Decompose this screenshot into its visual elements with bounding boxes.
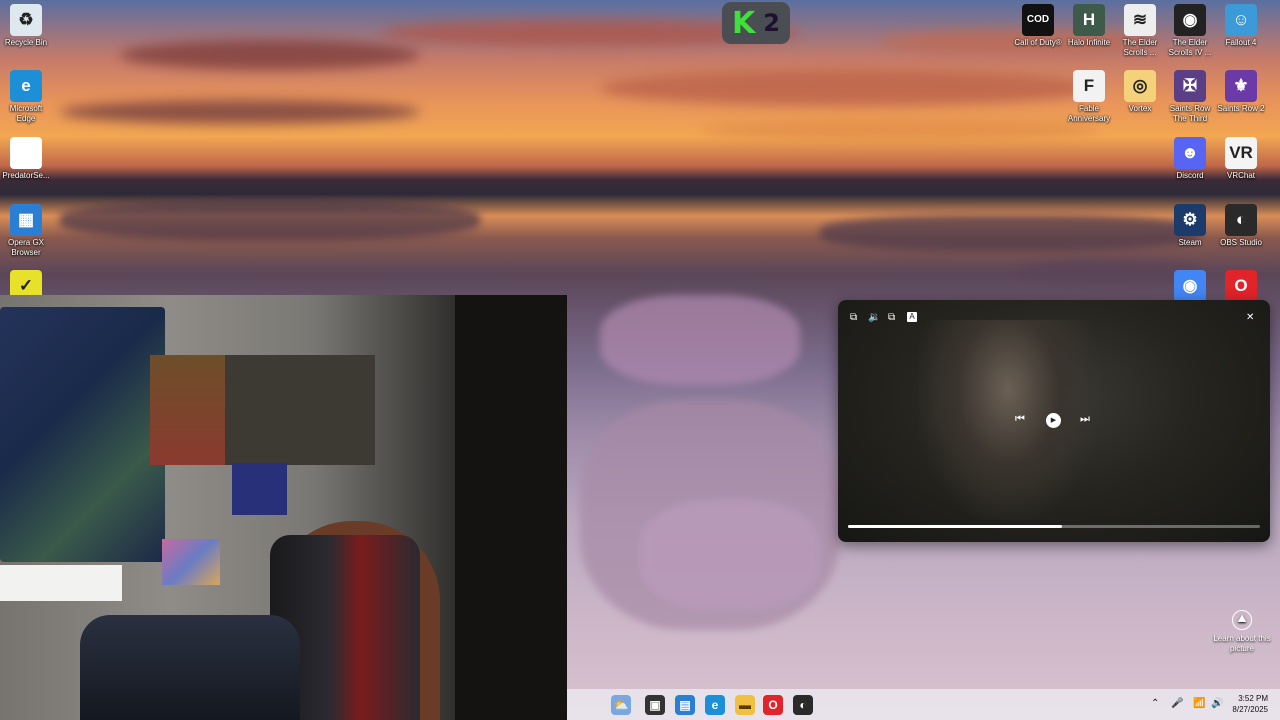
desktop-shortcut[interactable]: ◐ OBS Studio bbox=[1215, 204, 1267, 248]
desktop-shortcut-label: The Elder Scrolls ... bbox=[1122, 38, 1158, 57]
clock-date: 8/27/2025 bbox=[1232, 705, 1268, 714]
desktop-shortcut-label: Discord bbox=[1176, 171, 1204, 180]
bed-clutter bbox=[80, 615, 300, 720]
clock[interactable]: 3:52 PM 8/27/2025 bbox=[1232, 693, 1268, 715]
progress-fill bbox=[848, 525, 1063, 528]
desktop-shortcut-label: Fallout 4 bbox=[1225, 38, 1257, 47]
miniplayer-icon[interactable]: ⧉ bbox=[850, 312, 857, 324]
desktop-shortcut-label: Opera GX Browser bbox=[7, 238, 44, 257]
clock-time: 3:52 PM bbox=[1238, 694, 1268, 703]
desktop-shortcut[interactable]: ⚙ Steam bbox=[1164, 204, 1216, 248]
steam-icon: ⚙ bbox=[1174, 204, 1206, 236]
microphone-icon[interactable]: 🎤 bbox=[1171, 698, 1183, 709]
desktop-shortcut-label: Halo Infinite bbox=[1067, 38, 1111, 47]
store-icon[interactable]: ▤ bbox=[675, 695, 695, 715]
opera-gx-icon: ▦ bbox=[10, 204, 42, 236]
desktop-shortcut[interactable]: H Halo Infinite bbox=[1063, 4, 1115, 48]
k2-overlay[interactable]: K 2 bbox=[722, 2, 790, 44]
vrchat-icon: VR bbox=[1225, 137, 1257, 169]
wall-poster bbox=[205, 355, 375, 465]
colorful-art bbox=[162, 539, 220, 585]
learn-about-label: Learn about this picture bbox=[1213, 634, 1271, 653]
volume-icon[interactable]: 🔊 bbox=[1211, 698, 1223, 709]
opera-icon: O bbox=[1225, 270, 1257, 302]
desktop-shortcut[interactable]: ♻ Recycle Bin bbox=[0, 4, 52, 48]
saints-row-2-icon: ⚜ bbox=[1225, 70, 1257, 102]
video-figure bbox=[918, 320, 1098, 520]
volume-icon[interactable]: 🔉 bbox=[868, 312, 880, 324]
taskbar: ⛅ ▣ ▤ e ▬ O ◐ ⌃ 🎤 📶 🔊 3:52 PM 8/27/2025 bbox=[567, 689, 1280, 720]
desktop-shortcut-label: Steam bbox=[1178, 238, 1202, 247]
desktop-shortcut[interactable]: ▦ Opera GX Browser bbox=[0, 204, 52, 258]
next-track-icon[interactable]: ⏭ bbox=[1080, 413, 1090, 426]
fable-anniversary-icon: F bbox=[1073, 70, 1105, 102]
edge-icon: e bbox=[10, 70, 42, 102]
desktop-shortcut[interactable]: F Fable Anniversary bbox=[1063, 70, 1115, 124]
desktop-shortcut-label: Vortex bbox=[1128, 104, 1152, 113]
halo-infinite-icon: H bbox=[1073, 4, 1105, 36]
desktop-shortcut[interactable]: ✠ Saints Row The Third bbox=[1164, 70, 1216, 124]
desktop-shortcut-label: Saints Row 2 bbox=[1217, 104, 1265, 113]
hanging-bag bbox=[150, 355, 225, 465]
window-light bbox=[0, 565, 122, 601]
close-icon[interactable]: ✕ bbox=[1246, 312, 1254, 324]
desktop-shortcut[interactable]: ≋ The Elder Scrolls ... bbox=[1114, 4, 1166, 58]
desktop-shortcut[interactable]: PredatorSe... bbox=[0, 137, 52, 181]
show-hidden-icons-icon[interactable]: ⌃ bbox=[1151, 698, 1159, 709]
progress-bar[interactable] bbox=[848, 525, 1260, 528]
desktop-shortcut[interactable]: ☺ Fallout 4 bbox=[1215, 4, 1267, 48]
opera-taskbar-icon[interactable]: O bbox=[763, 695, 783, 715]
desktop-shortcut[interactable]: ◉ bbox=[1164, 270, 1216, 304]
desktop-shortcut[interactable]: e Microsoft Edge bbox=[0, 70, 52, 124]
landscape-icon: ⛰ bbox=[1232, 610, 1252, 630]
oblivion-icon: ◉ bbox=[1174, 4, 1206, 36]
media-player[interactable]: ⧉ 🔉 ⧉ A ✕ ⏮ ▶ ⏭ bbox=[838, 300, 1270, 542]
desktop-shortcut[interactable]: O bbox=[1215, 270, 1267, 304]
learn-about-picture[interactable]: ⛰ Learn about this picture bbox=[1212, 610, 1272, 654]
edge-taskbar-icon[interactable]: e bbox=[705, 695, 725, 715]
file-explorer-icon[interactable]: ▬ bbox=[735, 695, 755, 715]
play-button[interactable]: ▶ bbox=[1046, 413, 1061, 428]
desktop-shortcut-label: PredatorSe... bbox=[2, 171, 50, 180]
tapestry bbox=[0, 307, 165, 562]
desktop-shortcut[interactable]: ◉ The Elder Scrolls IV ... bbox=[1164, 4, 1216, 58]
recycle-bin-icon: ♻ bbox=[10, 4, 42, 36]
widgets-icon[interactable]: ⛅ bbox=[611, 695, 631, 715]
desktop-shortcut-label: Call of Duty® bbox=[1014, 38, 1062, 47]
previous-track-icon[interactable]: ⏮ bbox=[1015, 413, 1025, 426]
task-view-icon[interactable]: ▣ bbox=[645, 695, 665, 715]
discord-icon: ☻ bbox=[1174, 137, 1206, 169]
call-of-duty-icon: COD bbox=[1022, 4, 1054, 36]
fallout-4-icon: ☺ bbox=[1225, 4, 1257, 36]
desktop-shortcut[interactable]: ☻ Discord bbox=[1164, 137, 1216, 181]
desktop-shortcut-label: OBS Studio bbox=[1220, 238, 1262, 247]
elder-scrolls-icon: ≋ bbox=[1124, 4, 1156, 36]
webcam-feed bbox=[0, 295, 567, 720]
desktop-shortcut[interactable]: COD Call of Duty® bbox=[1012, 4, 1064, 48]
captions-icon[interactable]: A bbox=[907, 312, 917, 322]
document-icon bbox=[10, 137, 42, 169]
saints-row-third-icon: ✠ bbox=[1174, 70, 1206, 102]
desktop-shortcut-label: VRChat bbox=[1226, 171, 1255, 180]
desktop-shortcut[interactable]: VR VRChat bbox=[1215, 137, 1267, 181]
desktop-shortcut-label: Fable Anniversary bbox=[1067, 104, 1111, 123]
desktop-shortcut[interactable]: ⚜ Saints Row 2 bbox=[1215, 70, 1267, 114]
wifi-icon[interactable]: 📶 bbox=[1193, 698, 1205, 709]
vortex-icon: ◎ bbox=[1124, 70, 1156, 102]
obs-taskbar-icon[interactable]: ◐ bbox=[793, 695, 813, 715]
desktop-shortcut-label: Microsoft Edge bbox=[9, 104, 43, 123]
chrome-icon: ◉ bbox=[1174, 270, 1206, 302]
k2-letter: K bbox=[732, 5, 756, 41]
desktop-shortcut[interactable]: ◎ Vortex bbox=[1114, 70, 1166, 114]
dark-cabinet bbox=[455, 295, 567, 720]
desktop-shortcut-label: Recycle Bin bbox=[4, 38, 48, 47]
k2-number: 2 bbox=[763, 9, 780, 37]
desktop-shortcut-label: Saints Row The Third bbox=[1169, 104, 1211, 123]
desktop-shortcut-label: The Elder Scrolls IV ... bbox=[1168, 38, 1212, 57]
obs-studio-icon: ◐ bbox=[1225, 204, 1257, 236]
small-frame bbox=[232, 463, 287, 515]
pop-out-icon[interactable]: ⧉ bbox=[888, 312, 895, 324]
